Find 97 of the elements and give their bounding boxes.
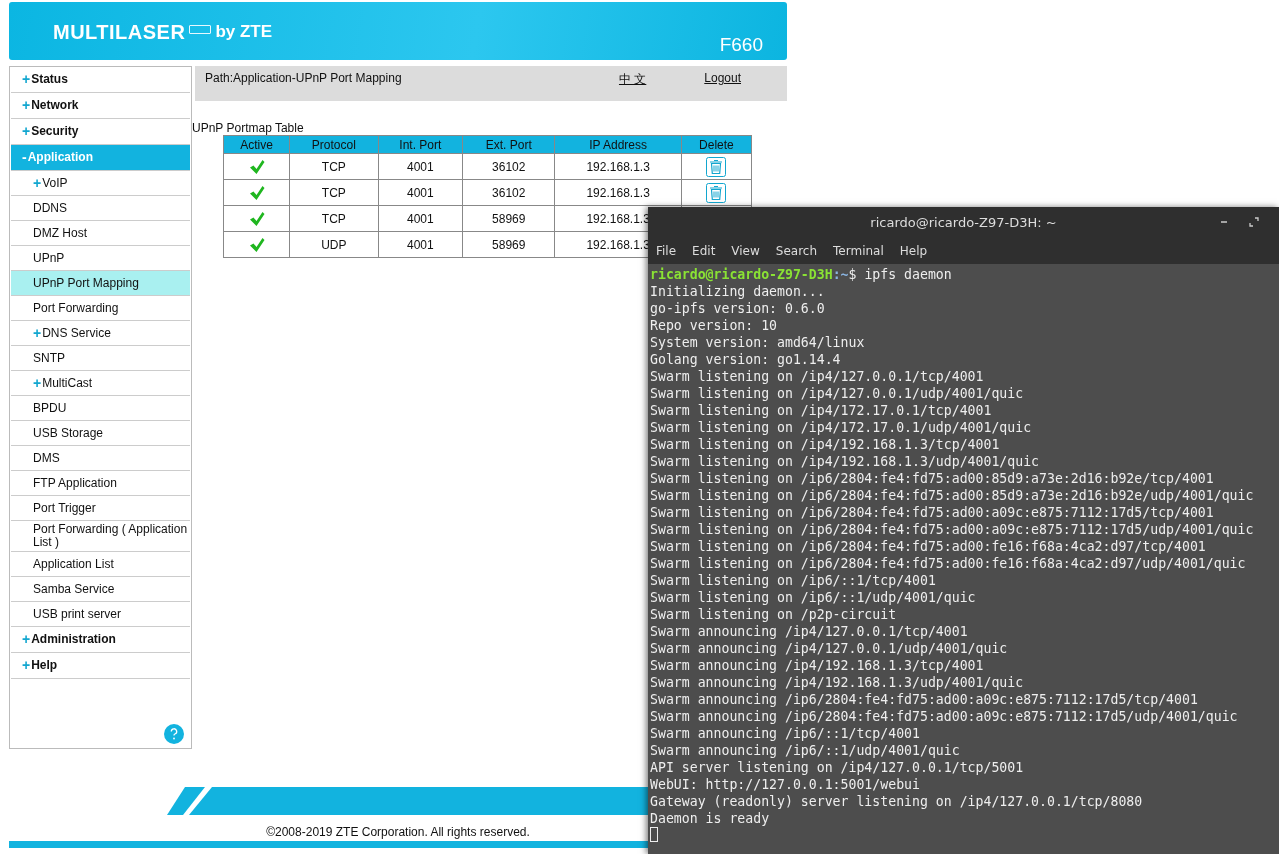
output-line: Swarm listening on /ip4/172.17.0.1/tcp/4001	[650, 402, 993, 419]
output-line: Swarm listening on /ip6/2804:fe4:fd75:ad00:85d9:a73e:2d16:b92e/tcp/4001	[650, 470, 1215, 487]
sidebar-item[interactable]: Port Trigger	[11, 496, 190, 521]
output-line: Repo version: 10	[650, 317, 779, 334]
cursor-icon	[650, 827, 658, 842]
output-line: Swarm announcing /ip6/::1/udp/4001/quic	[650, 742, 961, 759]
table-cell: 192.168.1.3	[554, 179, 682, 206]
language-link[interactable]: 中 文	[618, 71, 647, 88]
output-line: Swarm listening on /ip6/2804:fe4:fd75:ad00:fe16:f68a:4ca2:d97/tcp/4001	[650, 538, 1207, 555]
table-cell: TCP	[289, 205, 379, 232]
output-line: Swarm listening on /ip4/192.168.1.3/tcp/4001	[650, 436, 1001, 453]
sidebar-item[interactable]: FTP Application	[11, 471, 190, 496]
sidebar-item[interactable]: Application List	[11, 552, 190, 577]
output-line: Golang version: go1.14.4	[650, 351, 842, 368]
sidebar-item[interactable]: +Administration	[11, 627, 190, 653]
table-cell: 4001	[378, 153, 463, 180]
menu-item[interactable]: Terminal	[833, 243, 884, 258]
sidebar-item[interactable]: SNTP	[11, 346, 190, 371]
table-cell: 36102	[462, 179, 555, 206]
output-line: Swarm listening on /ip6/2804:fe4:fd75:ad00:85d9:a73e:2d16:b92e/udp/4001/quic	[650, 487, 1255, 504]
sidebar-item[interactable]: USB print server	[11, 602, 190, 627]
output-line: Swarm listening on /ip4/127.0.0.1/udp/4001/quic	[650, 385, 1025, 402]
output-line: go-ipfs version: 0.6.0	[650, 300, 826, 317]
column-header: Ext. Port	[462, 135, 555, 154]
menu-item[interactable]: Help	[899, 243, 928, 258]
table-cell: 36102	[462, 153, 555, 180]
output-line: Swarm announcing /ip4/127.0.0.1/tcp/4001	[650, 623, 969, 640]
sidebar-item[interactable]: UPnP Port Mapping	[11, 271, 190, 296]
copyright-text: ©2008-2019 ZTE Corporation. All rights reserved.	[266, 825, 530, 839]
output-line: Swarm announcing /ip4/192.168.1.3/udp/4001/quic	[650, 674, 1025, 691]
sidebar-item[interactable]: Port Forwarding	[11, 296, 190, 321]
output-line: Initializing daemon...	[650, 283, 826, 300]
output-line: Swarm listening on /ip4/192.168.1.3/udp/4001/quic	[650, 453, 1041, 470]
breadcrumb-path: Path:Application-UPnP Port Mapping	[205, 71, 403, 85]
output-line: Swarm announcing /ip4/192.168.1.3/tcp/4001	[650, 657, 985, 674]
brand-suffix: by ZTE	[215, 22, 273, 42]
menu-item[interactable]: Search	[775, 243, 818, 258]
prompt-path: :~	[832, 267, 849, 282]
menu-item[interactable]: View	[731, 243, 760, 258]
sidebar-item[interactable]: Samba Service	[11, 577, 190, 602]
output-line: Daemon is ready	[650, 810, 771, 827]
help-icon[interactable]	[164, 724, 184, 744]
table-cell: 192.168.1.3	[554, 153, 682, 180]
output-line: Swarm listening on /p2p-circuit	[650, 606, 898, 623]
table-cell: TCP	[289, 153, 379, 180]
table-cell: 58969	[462, 205, 555, 232]
sidebar-item[interactable]: USB Storage	[11, 421, 190, 446]
sidebar-item[interactable]: DDNS	[11, 196, 190, 221]
output-line: Gateway (readonly) server listening on /ip4/127.0.0.1/tcp/8080	[650, 793, 1144, 810]
sidebar-item[interactable]: DMS	[11, 446, 190, 471]
column-header: IP Address	[554, 135, 682, 154]
output-line: Swarm listening on /ip6/2804:fe4:fd75:ad00:fe16:f68a:4ca2:d97/udp/4001/quic	[650, 555, 1247, 572]
table-cell: TCP	[289, 179, 379, 206]
table-cell: 4001	[378, 231, 463, 258]
table-title: UPnP Portmap Table	[192, 121, 305, 135]
command-text: $ ipfs daemon	[848, 267, 952, 282]
output-line: Swarm listening on /ip6/::1/tcp/4001	[650, 572, 937, 589]
sidebar-item[interactable]: +MultiCast	[11, 371, 190, 396]
table-cell: 58969	[462, 231, 555, 258]
column-header: Int. Port	[378, 135, 463, 154]
sidebar-item[interactable]: DMZ Host	[11, 221, 190, 246]
prompt-user-host: ricardo@ricardo-Z97-D3H	[650, 267, 833, 282]
maximize-icon[interactable]	[1249, 217, 1259, 227]
sidebar-item[interactable]: Port Forwarding ( Application List )	[11, 521, 190, 552]
window-title: ricardo@ricardo-Z97-D3H: ~	[870, 214, 1057, 230]
sidebar-item[interactable]: BPDU	[11, 396, 190, 421]
sidebar-item[interactable]: +Network	[11, 93, 190, 119]
column-header: Delete	[681, 135, 752, 154]
output-line: Swarm listening on /ip6/2804:fe4:fd75:ad00:a09c:e875:7112:17d5/tcp/4001	[650, 504, 1215, 521]
logout-link[interactable]: Logout	[704, 71, 741, 85]
output-line: Swarm listening on /ip4/172.17.0.1/udp/4001/quic	[650, 419, 1033, 436]
trash-icon[interactable]	[706, 182, 727, 203]
output-line: Swarm announcing /ip6/2804:fe4:fd75:ad00:a09c:e875:7112:17d5/udp/4001/quic	[650, 708, 1239, 725]
output-line: Swarm announcing /ip6/::1/tcp/4001	[650, 725, 921, 742]
trash-icon[interactable]	[706, 156, 727, 177]
sidebar-item[interactable]: +VoIP	[11, 171, 190, 196]
table-cell: 4001	[378, 179, 463, 206]
table-cell: 4001	[378, 205, 463, 232]
output-line: Swarm listening on /ip6/2804:fe4:fd75:ad00:a09c:e875:7112:17d5/udp/4001/quic	[650, 521, 1255, 538]
column-header: Protocol	[289, 135, 379, 154]
table-cell: UDP	[289, 231, 379, 258]
output-line: Swarm announcing /ip4/127.0.0.1/udp/4001/quic	[650, 640, 1009, 657]
output-line: API server listening on /ip4/127.0.0.1/tcp/5001	[650, 759, 1025, 776]
output-line: Swarm listening on /ip4/127.0.0.1/tcp/4001	[650, 368, 985, 385]
tech-badge-icon	[189, 24, 212, 34]
menu-item[interactable]: Edit	[692, 243, 716, 258]
output-line: Swarm announcing /ip6/2804:fe4:fd75:ad00:a09c:e875:7112:17d5/tcp/4001	[650, 691, 1199, 708]
output-line: System version: amd64/linux	[650, 334, 866, 351]
sidebar-item[interactable]: +Status	[11, 67, 190, 93]
output-line: Swarm listening on /ip6/::1/udp/4001/quic	[650, 589, 977, 606]
model-name: F660	[719, 34, 763, 56]
column-header: Active	[223, 135, 290, 154]
sidebar-item[interactable]: +Help	[11, 653, 190, 679]
sidebar-item[interactable]: +DNS Service	[11, 321, 190, 346]
output-line: WebUI: http://127.0.0.1:5001/webui	[650, 776, 921, 793]
menu-item[interactable]: File	[656, 243, 677, 258]
brand-logo: MULTILASER	[53, 20, 186, 44]
